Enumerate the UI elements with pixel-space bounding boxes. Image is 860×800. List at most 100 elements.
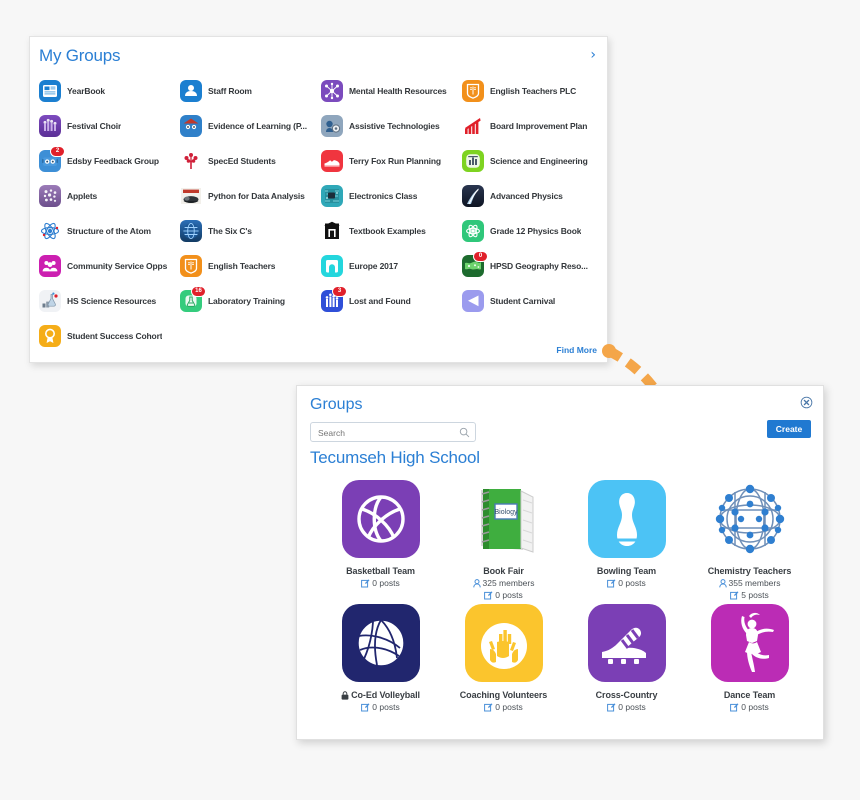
robot-blue-icon: 2 <box>39 145 65 172</box>
group-tile-posts: 0 posts <box>372 702 400 712</box>
posts-icon <box>730 702 739 712</box>
bowling-pin-icon[interactable] <box>583 480 671 558</box>
group-tile-posts-row: 0 posts <box>484 702 523 712</box>
group-tile-name-row: Dance Team <box>724 690 775 700</box>
volleyball-navy-icon[interactable] <box>337 604 425 682</box>
group-tile[interactable]: Basketball Team 0 posts <box>319 476 442 600</box>
green-notebook-icon[interactable]: Biology <box>460 480 548 558</box>
group-tile[interactable]: Co-Ed Volleyball 0 posts <box>319 600 442 712</box>
my-groups-item[interactable]: Advanced Physics <box>462 178 603 213</box>
my-groups-item-label: Science and Engineering <box>490 155 588 166</box>
group-tile-posts-row: 0 posts <box>361 578 400 588</box>
groups-tile-grid: Basketball Team 0 posts Biology Book Fai… <box>319 476 809 712</box>
my-groups-item[interactable]: 16 Laboratory Training <box>180 283 321 318</box>
search-field-wrapper <box>310 422 476 443</box>
group-tile-members: 355 members <box>728 578 781 588</box>
my-groups-item[interactable]: HS Science Resources <box>39 283 180 318</box>
my-groups-item[interactable]: English Teachers PLC <box>462 73 603 108</box>
molecule-icon[interactable] <box>706 480 794 558</box>
group-tile[interactable]: Bowling Team 0 posts <box>565 476 688 600</box>
group-tile-posts-row: 0 posts <box>484 590 523 600</box>
my-groups-item-label: HS Science Resources <box>67 295 157 306</box>
ballet-dancer-icon[interactable] <box>706 604 794 682</box>
my-groups-item-label: Mental Health Resources <box>349 85 447 96</box>
mental-health-icon <box>321 79 343 102</box>
group-tile-posts: 0 posts <box>372 578 400 588</box>
my-groups-item-label: Structure of the Atom <box>67 225 151 236</box>
group-tile[interactable]: Chemistry Teachers 355 members 5 posts <box>688 476 811 600</box>
my-groups-item[interactable]: SpecEd Students <box>180 143 321 178</box>
my-groups-item[interactable]: Student Success Cohort <box>39 318 180 353</box>
search-input[interactable] <box>316 423 456 443</box>
my-groups-item-label: Student Carnival <box>490 295 556 306</box>
group-tile[interactable]: Dance Team 0 posts <box>688 600 811 712</box>
my-groups-item[interactable]: Festival Choir <box>39 108 180 143</box>
my-groups-item[interactable]: Structure of the Atom <box>39 213 180 248</box>
group-tile-name-row: Bowling Team <box>597 566 656 576</box>
my-groups-item[interactable]: Grade 12 Physics Book <box>462 213 603 248</box>
my-groups-item-label: Evidence of Learning (P... <box>208 120 307 131</box>
bar-chart-icon <box>462 115 484 137</box>
my-groups-item[interactable]: 3 Lost and Found <box>321 283 462 318</box>
group-tile[interactable]: Coaching Volunteers 0 posts <box>442 600 565 712</box>
my-groups-item[interactable]: Community Service Opps <box>39 248 180 283</box>
my-groups-item-label: Applets <box>67 190 98 201</box>
my-groups-item[interactable]: Python for Data Analysis <box>180 178 321 213</box>
my-groups-item-label: Community Service Opps <box>67 260 168 271</box>
my-groups-item[interactable]: Europe 2017 <box>321 248 462 283</box>
megaphone-icon <box>462 289 484 312</box>
my-groups-item[interactable]: Mental Health Resources <box>321 73 462 108</box>
festival-choir-icon <box>39 114 61 137</box>
my-groups-item[interactable]: Applets <box>39 178 180 213</box>
my-groups-item[interactable]: English Teachers <box>180 248 321 283</box>
my-groups-title: My Groups <box>39 46 121 65</box>
circuit-board-icon <box>321 184 343 207</box>
my-groups-item[interactable]: Student Carnival <box>462 283 603 318</box>
notification-badge: 0 <box>473 250 488 262</box>
my-groups-item-label: The Six C's <box>208 225 252 236</box>
search-icon[interactable] <box>459 427 470 438</box>
cleat-shoe-icon[interactable] <box>583 604 671 682</box>
award-icon <box>39 324 61 347</box>
lost-found-icon: 3 <box>321 285 347 312</box>
my-groups-item[interactable]: YearBook <box>39 73 180 108</box>
group-tile-name: Dance Team <box>723 690 776 700</box>
my-groups-item-label: English Teachers PLC <box>490 85 577 96</box>
lab-tools-icon <box>39 289 61 312</box>
my-groups-item[interactable]: 0 HPSD Geography Reso... <box>462 248 603 283</box>
posts-icon <box>607 702 616 712</box>
my-groups-item[interactable]: Electronics Class <box>321 178 462 213</box>
group-tile-posts-row: 0 posts <box>607 578 646 588</box>
building-icon <box>321 220 343 242</box>
group-tile-name-row: Co-Ed Volleyball <box>341 690 420 700</box>
my-groups-item-label: Edsby Feedback Group <box>67 155 159 166</box>
posts-icon <box>484 702 493 712</box>
my-groups-item[interactable]: Evidence of Learning (P... <box>180 108 321 143</box>
close-circle-icon[interactable] <box>800 396 813 409</box>
my-groups-list: YearBook Staff Room Mental Health Resour… <box>39 73 599 353</box>
my-groups-item-label: Electronics Class <box>349 190 418 201</box>
my-groups-item[interactable]: The Six C's <box>180 213 321 248</box>
find-more-link[interactable]: Find More <box>556 345 597 355</box>
my-groups-item[interactable]: Board Improvement Plan <box>462 108 603 143</box>
groups-dialog: Groups Create Tecumseh High School Baske… <box>296 385 824 740</box>
group-tile[interactable]: Cross-Country 0 posts <box>565 600 688 712</box>
group-tile-name: Bowling Team <box>596 566 657 576</box>
group-tile-name: Book Fair <box>483 566 524 576</box>
my-groups-item[interactable]: Staff Room <box>180 73 321 108</box>
group-tile-name: Chemistry Teachers <box>707 566 792 576</box>
my-groups-item[interactable]: Assistive Technologies <box>321 108 462 143</box>
volleyball-purple-icon[interactable] <box>337 480 425 558</box>
chevron-right-icon[interactable]: › <box>590 48 596 62</box>
member-icon <box>472 578 481 588</box>
my-groups-item-label: Board Improvement Plan <box>490 120 588 131</box>
create-button[interactable]: Create <box>767 420 811 438</box>
my-groups-item[interactable]: Textbook Examples <box>321 213 462 248</box>
my-groups-item[interactable]: 2 Edsby Feedback Group <box>39 143 180 178</box>
flask-icon: 16 <box>180 285 206 312</box>
group-tile[interactable]: Biology Book Fair 325 members 0 posts <box>442 476 565 600</box>
my-groups-item[interactable]: Science and Engineering <box>462 143 603 178</box>
my-groups-item-label: Staff Room <box>208 85 252 96</box>
raised-hands-icon[interactable] <box>460 604 548 682</box>
my-groups-item[interactable]: Terry Fox Run Planning <box>321 143 462 178</box>
